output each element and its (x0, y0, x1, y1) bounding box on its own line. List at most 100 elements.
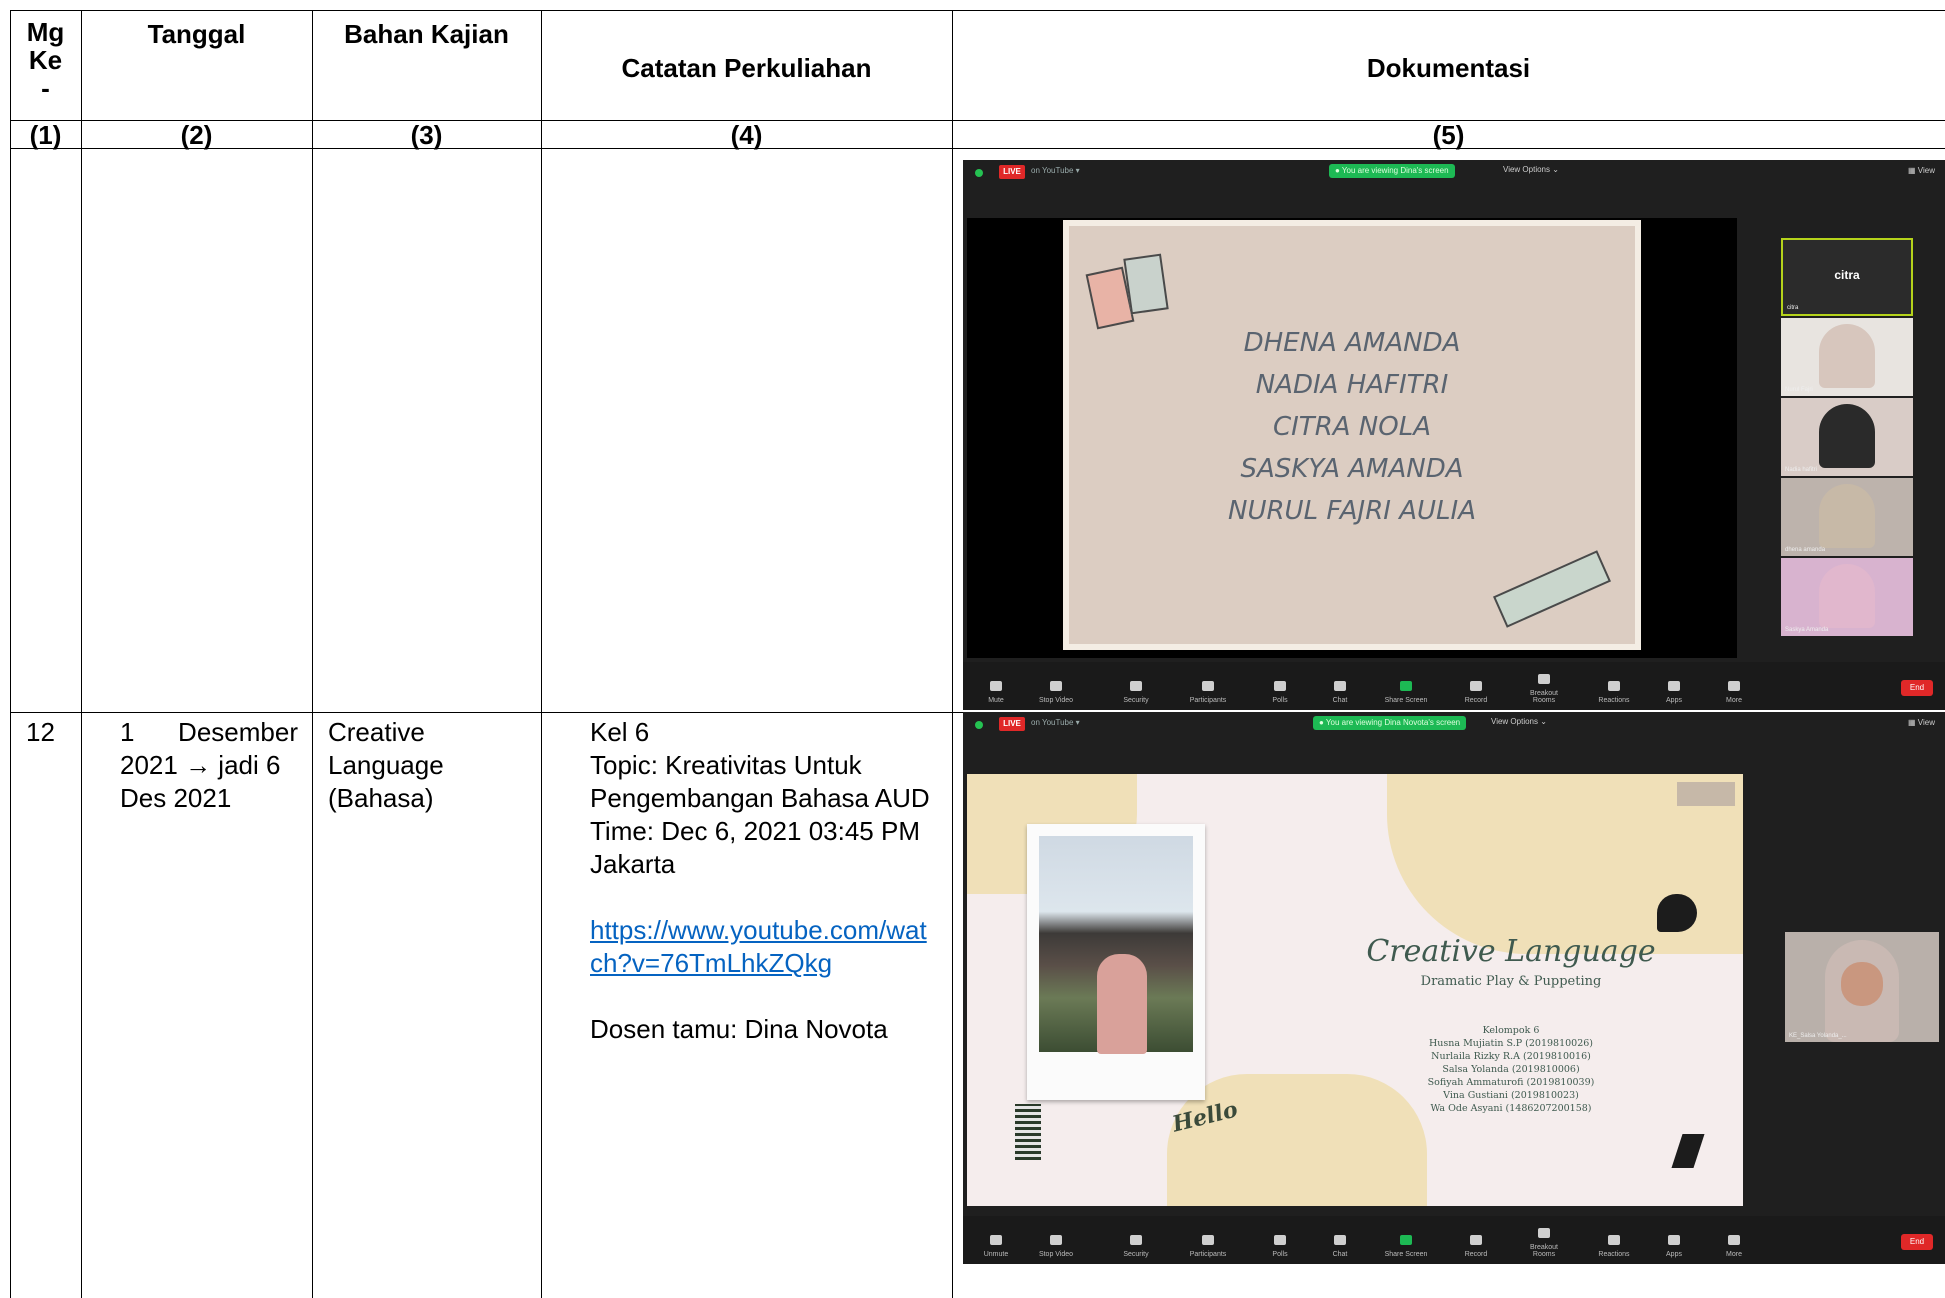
share-screen-button[interactable]: Share Screen (1381, 1235, 1431, 1258)
record-button[interactable]: Record (1451, 1235, 1501, 1258)
security-button[interactable]: Security (1111, 1235, 1161, 1258)
participant-thumbnail[interactable]: Saskya Amanda (1781, 558, 1913, 636)
tanggal-line: Des 2021 (120, 783, 232, 813)
stop-video-button[interactable]: Stop Video (1031, 1235, 1081, 1258)
member-line: Wa Ode Asyani (1486207200158) (1430, 1103, 1592, 1114)
unmute-button[interactable]: Unmute (971, 1235, 1021, 1258)
zoom-toolbar: Unmute Stop Video Security Participants … (963, 1216, 1945, 1264)
paint-splash-icon (1657, 894, 1697, 932)
youtube-link[interactable]: https://www.youtube.com/wat (590, 914, 950, 947)
slide-name: NADIA HAFITRI (1255, 370, 1449, 400)
letter-a-icon (1671, 1134, 1705, 1168)
reactions-icon (1608, 681, 1620, 691)
chat-button[interactable]: Chat (1315, 1235, 1365, 1258)
chat-icon (1334, 1235, 1346, 1245)
zoom-screenshot-2: LIVE on YouTube ▾ ● You are viewing Dina… (963, 712, 1945, 1264)
reactions-button[interactable]: Reactions (1589, 1235, 1639, 1258)
participant-thumbnail[interactable]: citra citra (1781, 238, 1913, 316)
header-tanggal: Tanggal (147, 19, 246, 49)
slide-names-list: DHENA AMANDA NADIA HAFITRI CITRA NOLA SA… (1069, 322, 1635, 532)
participant-label: KE_Salsa Yolanda_... (1789, 1033, 1847, 1039)
more-button[interactable]: More (1709, 681, 1759, 704)
polls-icon (1274, 1235, 1286, 1245)
share-screen-icon (1400, 681, 1412, 691)
slide-name: NURUL FAJRI AULIA (1228, 496, 1476, 526)
tanggal-line: 2021 → jadi 6 (120, 750, 281, 780)
record-icon (1470, 1235, 1482, 1245)
tape-decoration-icon (1493, 550, 1611, 628)
microphone-icon (990, 681, 1002, 691)
header-catatan-perkuliahan: Catatan Perkuliahan (621, 53, 872, 83)
rumah-gadang-photo (1039, 836, 1193, 1054)
slide-title: Creative Language (1366, 934, 1656, 969)
column-number: (1) (29, 120, 62, 150)
catatan-time: Time: Dec 6, 2021 03:45 PM (590, 816, 920, 846)
view-toggle: ▦ View (1908, 166, 1935, 175)
slide-creative-language: Hello Creative Language Dramatic Play & … (967, 774, 1743, 1206)
breakout-rooms-button[interactable]: Breakout Rooms (1519, 674, 1569, 704)
apps-button[interactable]: Apps (1649, 1235, 1699, 1258)
row-number: 12 (26, 717, 55, 747)
participant-thumbnail[interactable]: Nurul Fajri (1781, 318, 1913, 396)
participants-icon (1202, 1235, 1214, 1245)
youtube-link[interactable]: ch?v=76TmLhkZQkg (590, 947, 950, 980)
header-mg-ke: Mg Ke - (10, 18, 81, 102)
header-bahan-kajian: Bahan Kajian (344, 19, 509, 49)
mute-button[interactable]: Mute (971, 681, 1021, 704)
live-dot-icon (975, 721, 983, 729)
share-screen-icon (1400, 1235, 1412, 1245)
participant-video (1819, 404, 1875, 468)
catatan-dosen: Dosen tamu: Dina Novota (590, 1014, 888, 1044)
slide-name: SASKYA AMANDA (1240, 454, 1464, 484)
header-text: Ke (28, 45, 63, 75)
stop-video-button[interactable]: Stop Video (1031, 681, 1081, 704)
record-button[interactable]: Record (1451, 681, 1501, 704)
more-button[interactable]: More (1709, 1235, 1759, 1258)
column-number: (2) (180, 120, 213, 150)
person-photo (1097, 954, 1147, 1054)
end-meeting-button[interactable]: End (1901, 1234, 1933, 1250)
column-number: (4) (730, 120, 763, 150)
slide-subtitle: Dramatic Play & Puppeting (1420, 974, 1602, 989)
participant-video (1819, 564, 1875, 628)
participants-button[interactable]: Participants (1183, 681, 1233, 704)
view-options: View Options ⌄ (1503, 165, 1559, 174)
header-text: Mg (26, 17, 65, 47)
apps-icon (1668, 1235, 1680, 1245)
security-button[interactable]: Security (1111, 681, 1161, 704)
breakout-rooms-button[interactable]: Breakout Rooms (1519, 1228, 1569, 1258)
reactions-button[interactable]: Reactions (1589, 681, 1639, 704)
camera-icon (1050, 681, 1062, 691)
polls-button[interactable]: Polls (1255, 1235, 1305, 1258)
live-badge: LIVE (999, 165, 1025, 179)
shield-icon (1130, 1235, 1142, 1245)
more-icon (1728, 681, 1740, 691)
end-meeting-button[interactable]: End (1901, 680, 1933, 696)
member-line: Sofiyah Ammaturofi (2019810039) (1427, 1077, 1595, 1088)
camera-icon (1050, 1235, 1062, 1245)
participant-thumbnail[interactable]: Nadia hafitri (1781, 398, 1913, 476)
polls-button[interactable]: Polls (1255, 681, 1305, 704)
breakout-rooms-icon (1538, 1228, 1550, 1238)
apps-icon (1668, 681, 1680, 691)
polls-icon (1274, 681, 1286, 691)
participant-video-thumbnail[interactable]: KE_Salsa Yolanda_... (1785, 932, 1939, 1042)
zoom-toolbar: Mute Stop Video Security Participants Po… (963, 662, 1945, 710)
participant-face (1841, 962, 1883, 1006)
participant-name: citra (1834, 268, 1860, 282)
grid-sticker-icon (1015, 1104, 1041, 1160)
chat-button[interactable]: Chat (1315, 681, 1365, 704)
slide-member-list: Kelompok 6 Husna Mujiatin S.P (201981002… (1351, 1024, 1671, 1115)
apps-button[interactable]: Apps (1649, 681, 1699, 704)
table-divider-row12 (10, 712, 964, 713)
catatan-kel: Kel 6 (590, 717, 650, 747)
share-screen-button[interactable]: Share Screen (1381, 681, 1431, 704)
participant-thumbnail[interactable]: dhena amanda (1781, 478, 1913, 556)
tape-decoration-icon (1123, 253, 1169, 315)
catatan-time: Jakarta (590, 849, 676, 879)
reactions-icon (1608, 1235, 1620, 1245)
participant-label: Nadia hafitri (1785, 467, 1818, 473)
tape-decoration-icon (1677, 782, 1735, 806)
participants-icon (1202, 681, 1214, 691)
participants-button[interactable]: Participants (1183, 1235, 1233, 1258)
